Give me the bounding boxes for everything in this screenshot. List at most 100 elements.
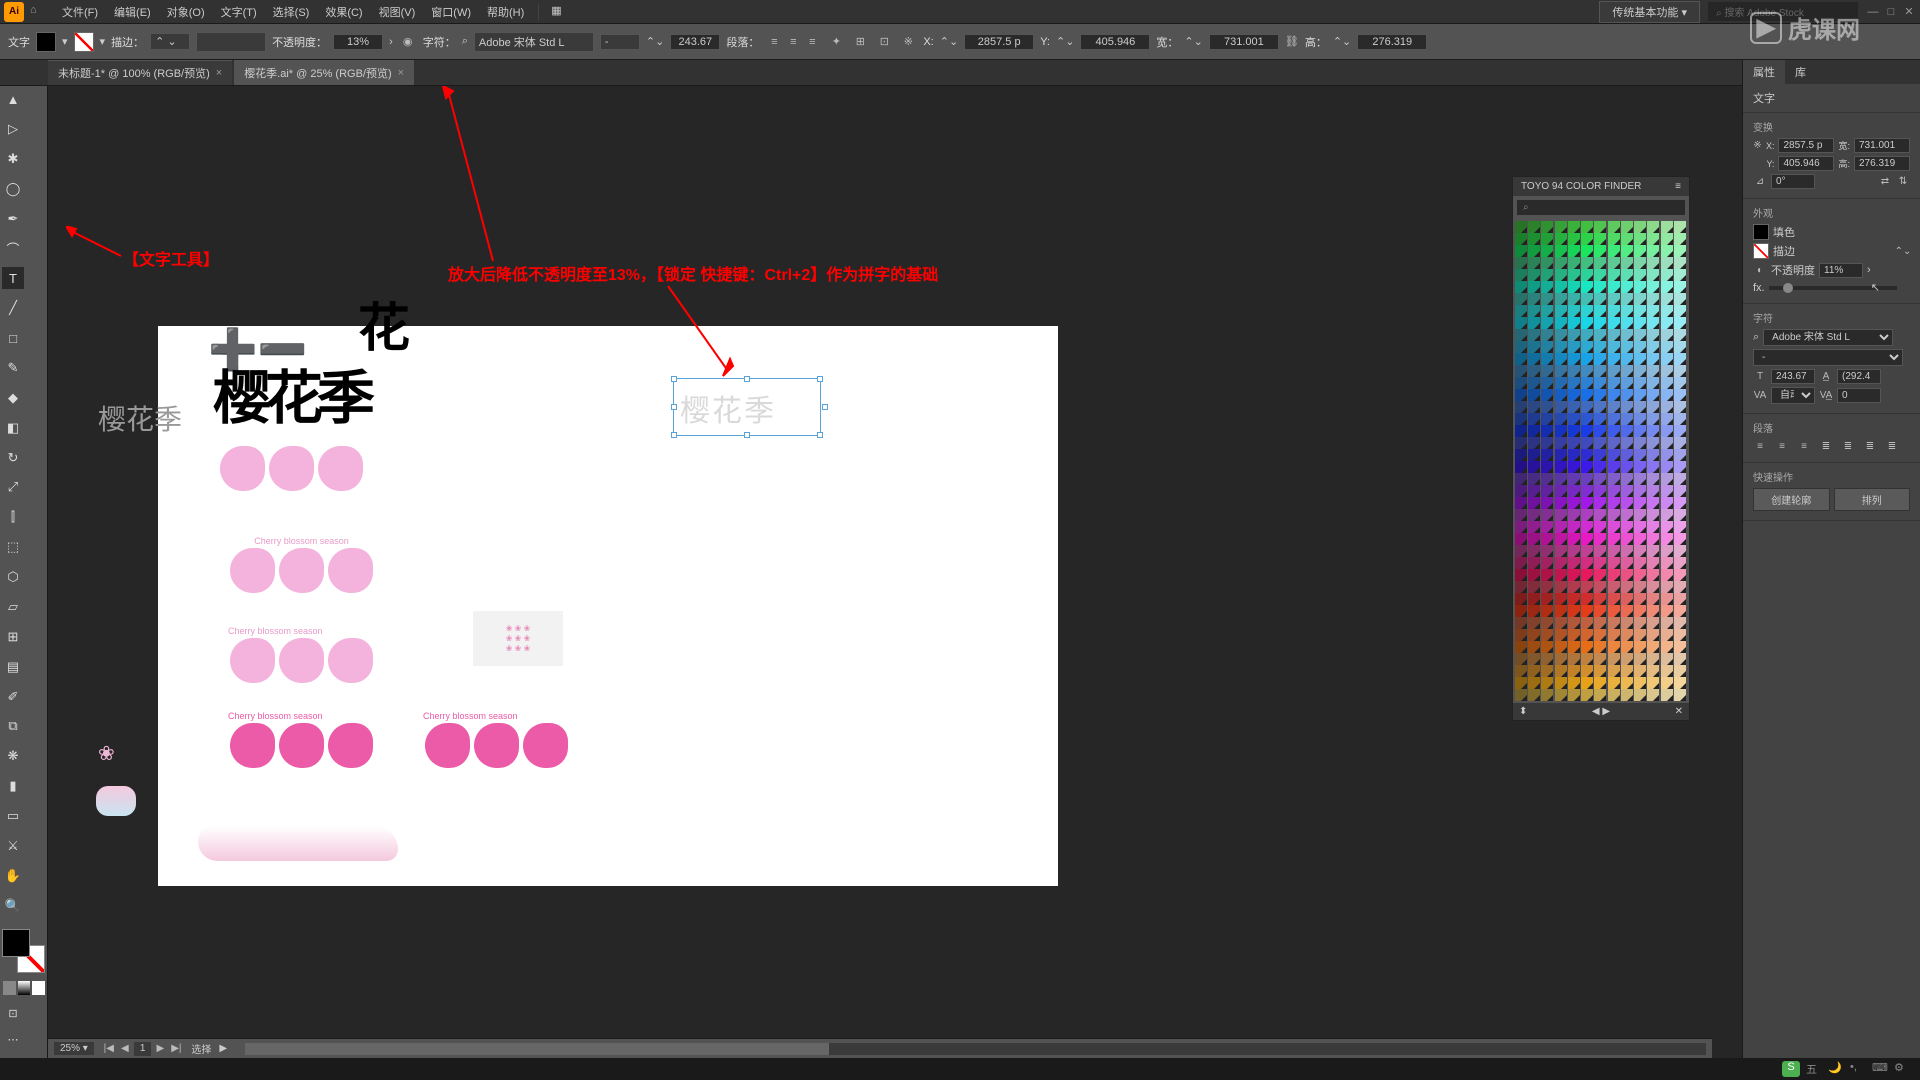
link-wh-icon[interactable]: ⛓: [1285, 35, 1299, 48]
color-swatch[interactable]: [1661, 497, 1673, 509]
color-swatch[interactable]: [1621, 641, 1633, 653]
color-swatch[interactable]: [1661, 665, 1673, 677]
color-swatch[interactable]: [1594, 377, 1606, 389]
color-swatch[interactable]: [1541, 233, 1553, 245]
color-swatch[interactable]: [1661, 281, 1673, 293]
line-tool-icon[interactable]: ╱: [2, 297, 24, 319]
doc-tab-1[interactable]: 未标题-1* @ 100% (RGB/预览)×: [48, 60, 232, 85]
color-swatch[interactable]: [1594, 485, 1606, 497]
color-swatch[interactable]: [1647, 497, 1659, 509]
color-swatch[interactable]: [1674, 221, 1686, 233]
color-swatch[interactable]: [1581, 653, 1593, 665]
color-swatch[interactable]: [1674, 617, 1686, 629]
pen-tool-icon[interactable]: ✒: [2, 208, 24, 230]
font-size-input[interactable]: 243.67: [670, 34, 720, 50]
color-swatch[interactable]: [1555, 461, 1567, 473]
color-swatch[interactable]: [1608, 389, 1620, 401]
color-swatch[interactable]: [1621, 377, 1633, 389]
color-swatch[interactable]: [1581, 641, 1593, 653]
menu-select[interactable]: 选择(S): [265, 1, 318, 23]
color-swatch[interactable]: [1528, 629, 1540, 641]
color-swatch[interactable]: [1634, 257, 1646, 269]
color-swatch[interactable]: [1634, 569, 1646, 581]
color-swatch[interactable]: [1621, 521, 1633, 533]
color-swatch[interactable]: [1555, 245, 1567, 257]
color-swatch[interactable]: [1594, 569, 1606, 581]
color-swatch[interactable]: [1528, 293, 1540, 305]
color-swatch[interactable]: [1621, 401, 1633, 413]
opacity-arrow-icon[interactable]: ›: [389, 36, 393, 48]
color-swatch[interactable]: [1528, 509, 1540, 521]
color-swatch[interactable]: [1621, 281, 1633, 293]
close-panel-icon[interactable]: ✕: [1675, 706, 1683, 717]
tray-settings-icon[interactable]: ⚙: [1894, 1061, 1910, 1077]
color-swatch[interactable]: [1594, 545, 1606, 557]
next-swatch-icon[interactable]: ▶: [1602, 706, 1610, 717]
color-swatch[interactable]: [1634, 401, 1646, 413]
color-swatch[interactable]: [1568, 221, 1580, 233]
color-swatch[interactable]: [1608, 305, 1620, 317]
color-swatch[interactable]: [1515, 233, 1527, 245]
color-swatch[interactable]: [1515, 401, 1527, 413]
color-swatch[interactable]: [1581, 269, 1593, 281]
color-swatch[interactable]: [1555, 389, 1567, 401]
magic-wand-tool-icon[interactable]: ✱: [2, 148, 24, 170]
color-swatch[interactable]: [1661, 257, 1673, 269]
color-swatch[interactable]: [1515, 689, 1527, 701]
workspace-selector[interactable]: 传统基本功能 ▾: [1599, 1, 1700, 23]
draw-mode-fill-icon[interactable]: [3, 981, 16, 995]
color-swatch[interactable]: [1674, 353, 1686, 365]
color-swatch[interactable]: [1568, 401, 1580, 413]
color-swatch[interactable]: [1674, 329, 1686, 341]
color-swatch[interactable]: [1581, 377, 1593, 389]
color-swatch[interactable]: [1528, 569, 1540, 581]
menu-edit[interactable]: 编辑(E): [106, 1, 159, 23]
color-swatch[interactable]: [1541, 449, 1553, 461]
color-swatch[interactable]: [1528, 365, 1540, 377]
color-swatch[interactable]: [1541, 533, 1553, 545]
color-swatch[interactable]: [1555, 653, 1567, 665]
color-swatch[interactable]: [1555, 293, 1567, 305]
color-swatch[interactable]: [1608, 545, 1620, 557]
curvature-tool-icon[interactable]: ⌒: [2, 237, 24, 259]
color-swatch[interactable]: [1634, 545, 1646, 557]
color-swatch[interactable]: [1528, 677, 1540, 689]
color-swatch[interactable]: [1674, 413, 1686, 425]
color-swatch[interactable]: [1647, 365, 1659, 377]
color-swatch[interactable]: [1555, 569, 1567, 581]
color-swatch[interactable]: [1568, 677, 1580, 689]
max-icon[interactable]: □: [1884, 5, 1898, 19]
color-swatch[interactable]: [1568, 665, 1580, 677]
color-swatch[interactable]: [1515, 593, 1527, 605]
color-swatch[interactable]: [1528, 665, 1540, 677]
color-swatch[interactable]: [1555, 425, 1567, 437]
color-swatch[interactable]: [1515, 557, 1527, 569]
color-swatch[interactable]: [1568, 449, 1580, 461]
color-swatch[interactable]: [1634, 677, 1646, 689]
color-swatch[interactable]: [1594, 389, 1606, 401]
color-swatch[interactable]: [1634, 605, 1646, 617]
color-swatch[interactable]: [1515, 269, 1527, 281]
color-swatch[interactable]: [1528, 245, 1540, 257]
zoom-level[interactable]: 25% ▾: [54, 1042, 94, 1055]
menu-type[interactable]: 文字(T): [213, 1, 265, 23]
width-tool-icon[interactable]: ⫿: [2, 506, 24, 528]
search-font-icon[interactable]: ⌕: [462, 35, 468, 48]
color-swatch[interactable]: [1568, 413, 1580, 425]
color-swatch[interactable]: [1568, 593, 1580, 605]
color-swatch[interactable]: [1608, 449, 1620, 461]
prev-artboard-icon[interactable]: ◀: [118, 1042, 132, 1056]
color-swatch[interactable]: [1555, 413, 1567, 425]
color-swatch[interactable]: [1581, 425, 1593, 437]
color-swatch[interactable]: [1608, 521, 1620, 533]
color-swatch[interactable]: [1608, 329, 1620, 341]
swatch-search-input[interactable]: ⌕: [1517, 200, 1685, 215]
color-swatch[interactable]: [1634, 629, 1646, 641]
color-swatch[interactable]: [1581, 521, 1593, 533]
color-swatch[interactable]: [1555, 473, 1567, 485]
color-swatch[interactable]: [1568, 533, 1580, 545]
color-swatch[interactable]: [1555, 269, 1567, 281]
color-swatch[interactable]: [1515, 497, 1527, 509]
color-swatch[interactable]: [1621, 449, 1633, 461]
color-swatch[interactable]: [1581, 665, 1593, 677]
